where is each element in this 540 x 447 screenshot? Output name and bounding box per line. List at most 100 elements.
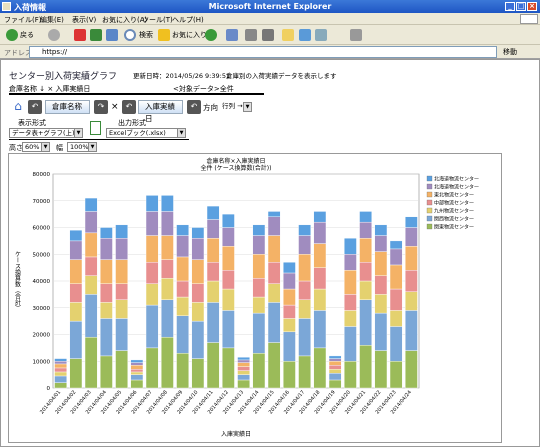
bar-segment <box>130 371 144 375</box>
bar-segment <box>237 359 250 363</box>
bar-segment <box>252 312 266 354</box>
width-select[interactable]: 100% ▼ <box>67 142 97 152</box>
bar-segment <box>206 280 220 303</box>
legend-swatch <box>426 183 433 190</box>
favorites-label[interactable]: お気に入り <box>172 28 207 42</box>
menu-help[interactable]: ヘルプ(H) <box>172 15 204 25</box>
divider-2 <box>9 139 189 140</box>
y-tick-label: 30000 <box>33 306 51 312</box>
output-format-label: 出力形式 <box>118 119 146 127</box>
mail-icon[interactable] <box>226 29 238 41</box>
window-center-title: Microsoft Internet Explorer <box>208 2 332 11</box>
bar-segment <box>115 237 128 260</box>
bar-segment <box>374 235 388 252</box>
bar-segment <box>389 248 403 266</box>
tools-icon[interactable] <box>315 29 327 41</box>
y-tick-label: 80000 <box>33 172 51 178</box>
swap-icon-4[interactable]: ↶ <box>187 100 201 114</box>
y-tick-label: 20000 <box>33 333 51 339</box>
legend-label: 北海道物流センター <box>434 184 479 191</box>
bar-segment <box>84 336 98 389</box>
legend-label: 北海道物流センター <box>434 176 479 183</box>
bar-segment <box>359 280 372 300</box>
bar-segment <box>176 280 189 298</box>
menu-file[interactable]: ファイル(F) <box>4 15 42 25</box>
bar-segment <box>313 347 327 389</box>
swap-icon-3[interactable]: ↶ <box>122 100 136 114</box>
bar-segment <box>145 195 159 212</box>
back-icon[interactable] <box>6 29 18 41</box>
menu-tools[interactable]: ツール(T) <box>142 15 173 25</box>
favorites-star-icon[interactable] <box>158 29 170 41</box>
bar-segment <box>252 254 266 279</box>
history-icon[interactable] <box>205 29 217 41</box>
bar-segment <box>84 256 98 276</box>
y-tick-label: 70000 <box>33 199 51 205</box>
messenger-icon[interactable] <box>299 29 311 41</box>
y-tick-label: 60000 <box>33 226 51 232</box>
swap-icon[interactable]: ↶ <box>28 100 42 114</box>
bar-segment <box>237 374 250 381</box>
swap-icon-2[interactable]: ↷ <box>94 100 108 114</box>
bar-segment <box>145 347 159 389</box>
bar-segment <box>115 283 128 300</box>
display-format-label: 表示形式 <box>18 119 46 127</box>
bar-segment <box>69 240 83 260</box>
forward-icon[interactable] <box>48 29 60 41</box>
height-select[interactable]: 60% ▼ <box>22 142 50 152</box>
print-icon[interactable] <box>245 29 257 41</box>
menu-edit[interactable]: 編集(E) <box>40 15 64 25</box>
bar-segment <box>161 211 174 236</box>
bar-segment <box>344 237 357 255</box>
minimize-button[interactable]: _ <box>505 2 515 11</box>
menu-view[interactable]: 表示(V) <box>72 15 96 25</box>
chart-container: 0 10000 20000 30000 40000 50000 60000 70000 8000… <box>8 153 502 443</box>
bar-segment <box>54 367 67 373</box>
go-button[interactable]: 移動 <box>503 47 517 57</box>
bar-segment <box>206 205 220 220</box>
bar-segment <box>344 270 357 295</box>
bar-segment <box>115 299 128 319</box>
menu-favorites[interactable]: お気に入り(A) <box>102 15 147 25</box>
bar-segment <box>405 227 418 247</box>
bar-segment <box>69 229 83 242</box>
width-label: 幅 <box>56 144 63 152</box>
extra-icon[interactable] <box>350 29 362 41</box>
stop-icon[interactable] <box>74 29 86 41</box>
bar-segment <box>389 361 403 389</box>
tab-date[interactable]: 入庫実績日 <box>138 100 183 123</box>
bar-segment <box>328 358 342 362</box>
legend-swatch <box>426 207 433 214</box>
home-icon[interactable] <box>106 29 118 41</box>
bar-segment <box>252 224 266 236</box>
display-format-value: データ表+グラフ(上) <box>12 129 75 137</box>
maximize-button[interactable]: □ <box>516 2 526 11</box>
bar-segment <box>206 302 220 343</box>
bar-segment <box>313 288 327 311</box>
folder-icon[interactable] <box>282 29 294 41</box>
height-label: 高さ <box>9 144 23 152</box>
bar-segment <box>374 312 388 351</box>
bar-segment <box>405 310 418 351</box>
bar-segment <box>176 315 189 354</box>
tab-warehouse[interactable]: 倉庫名称 <box>45 100 90 114</box>
page-content: センター別入荷実績グラフ 更新日時：2014/05/26 9:39:51 倉庫別… <box>0 59 540 447</box>
bar-segment <box>359 299 372 346</box>
home-icon[interactable]: ⌂ <box>11 99 25 113</box>
edit-icon[interactable] <box>262 29 274 41</box>
legend-swatch <box>426 223 433 230</box>
bar-segment <box>176 224 189 236</box>
address-input[interactable]: https:// <box>29 46 497 58</box>
direction-dropdown[interactable]: ▼ <box>243 102 252 112</box>
close-button[interactable]: × <box>527 2 537 11</box>
bar-segment <box>191 358 205 389</box>
search-icon[interactable] <box>124 29 136 41</box>
search-label[interactable]: 検索 <box>139 28 153 42</box>
output-format-select[interactable]: Excelブック(.xlsx) ▼ <box>106 128 186 138</box>
refresh-icon[interactable] <box>90 29 102 41</box>
bar-segment <box>328 355 342 359</box>
updated-time: 更新日時：2014/05/26 9:39:51 <box>133 72 231 80</box>
legend-label: 九州物流センター <box>434 208 474 215</box>
display-format-select[interactable]: データ表+グラフ(上) ▼ <box>9 128 83 138</box>
back-label[interactable]: 戻る <box>20 28 34 42</box>
